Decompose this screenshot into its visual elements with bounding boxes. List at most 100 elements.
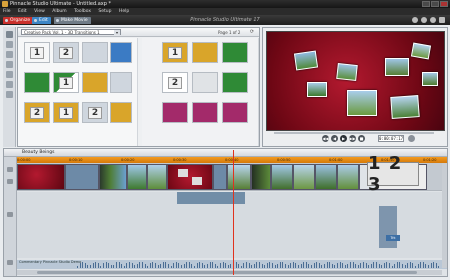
video-clip[interactable] (271, 164, 293, 190)
tab-make-movie[interactable]: Make Movie (54, 17, 91, 24)
help-icon[interactable] (421, 17, 427, 23)
library-panel: Creative Pack Vol. 1 - 3D Transitions 1 … (17, 27, 260, 147)
montage-icon[interactable] (6, 71, 13, 78)
selected-transition[interactable] (177, 192, 245, 204)
transition-thumb[interactable]: 2 (24, 102, 50, 123)
video-clip[interactable] (127, 164, 147, 190)
transitions-icon[interactable] (6, 41, 13, 48)
settings-icon[interactable] (412, 17, 418, 23)
video-clip[interactable] (227, 164, 251, 190)
transition-thumb[interactable] (110, 102, 132, 123)
transition-thumb[interactable] (162, 102, 188, 123)
close-button[interactable] (440, 1, 448, 7)
transition-thumb[interactable]: 2 (82, 102, 108, 123)
waveform-bar (311, 265, 312, 268)
step-back-button[interactable]: ◀ (331, 135, 338, 142)
waveform-bar (394, 263, 396, 268)
sound-icon[interactable] (6, 91, 13, 98)
volume-icon[interactable] (408, 135, 415, 142)
video-clip[interactable] (337, 164, 359, 190)
app-icon (2, 1, 8, 7)
transition-thumb[interactable]: 1 (53, 102, 79, 123)
video-clip[interactable] (99, 164, 127, 190)
transition-thumb[interactable]: 2 (162, 72, 188, 93)
video-clip[interactable] (147, 164, 167, 190)
transition-thumb[interactable] (192, 72, 218, 93)
titles-icon[interactable] (6, 61, 13, 68)
waveform-bar (214, 263, 216, 268)
transition-thumb[interactable] (192, 42, 218, 63)
overlay-clip[interactable] (379, 206, 397, 248)
track-audio-icon[interactable] (7, 212, 13, 217)
menu-help[interactable]: Help (116, 8, 132, 15)
waveform-bar (357, 265, 359, 268)
track-lock-icon[interactable] (7, 167, 13, 172)
waveform-bar (246, 262, 247, 268)
waveform-bar (290, 263, 292, 268)
menu-setup[interactable]: Setup (95, 8, 114, 15)
tab-edit[interactable]: Edit (32, 17, 51, 24)
video-clip[interactable] (65, 164, 99, 190)
transition-thumb[interactable] (82, 72, 108, 93)
maximize-button[interactable] (431, 1, 439, 7)
waveform-bar (370, 263, 372, 268)
title-overlay-123[interactable]: 1 2 3 (367, 153, 419, 195)
waveform-bar (100, 265, 102, 268)
waveform-bar (84, 262, 86, 268)
transition-thumb[interactable] (110, 72, 132, 93)
collection-dropdown[interactable]: Creative Pack Vol. 1 - 3D Transitions 1 … (21, 29, 121, 35)
rewind-button[interactable]: ◀◀ (322, 135, 329, 142)
waveform-bar (282, 262, 284, 268)
video-clip[interactable] (293, 164, 315, 190)
menu-file[interactable]: File (0, 8, 14, 15)
music-icon[interactable] (6, 81, 13, 88)
video-clip[interactable] (167, 164, 213, 190)
video-clip[interactable] (213, 164, 227, 190)
transition-thumb[interactable]: 1 (53, 72, 79, 93)
video-clip[interactable] (251, 164, 271, 190)
track-mute-icon[interactable] (7, 260, 13, 265)
menu-view[interactable]: View (31, 8, 48, 15)
minimize-button[interactable] (422, 1, 430, 7)
step-forward-button[interactable]: ▶▶ (349, 135, 356, 142)
transition-thumb[interactable] (222, 42, 248, 63)
transition-thumb[interactable] (24, 72, 50, 93)
track-visibility-icon[interactable] (7, 179, 13, 184)
transition-thumb[interactable] (110, 42, 132, 63)
overlay-track-area[interactable] (17, 192, 447, 258)
transition-thumb[interactable]: 2 (53, 42, 79, 63)
menu-album[interactable]: Album (49, 8, 69, 15)
preview-panel: ◀◀ ◀ ▶ ▶▶ ■ 0:00:07:17 (262, 27, 448, 147)
transition-thumb[interactable]: 1 (162, 42, 188, 63)
export-icon[interactable] (439, 17, 445, 23)
tab-organize[interactable]: Organize (3, 17, 34, 24)
effects-icon[interactable] (6, 51, 13, 58)
vertical-scrollbar[interactable] (442, 163, 447, 268)
preview-screen[interactable] (266, 31, 445, 131)
horizontal-scrollbar[interactable] (17, 270, 442, 275)
transition-thumb[interactable] (82, 42, 108, 63)
timecode-display[interactable]: 0:00:07:17 (378, 135, 404, 142)
transition-thumb[interactable] (222, 72, 248, 93)
transition-thumb[interactable] (222, 102, 248, 123)
menu-edit[interactable]: Edit (15, 8, 30, 15)
play-button[interactable]: ▶ (340, 135, 347, 142)
video-clip[interactable] (17, 164, 65, 190)
fullscreen-icon[interactable] (430, 17, 436, 23)
transition-thumb[interactable]: 1 (24, 42, 50, 63)
waveform-bar (383, 262, 385, 268)
video-clip[interactable] (315, 164, 337, 190)
playhead[interactable] (233, 150, 234, 275)
waveform-bar (87, 264, 89, 268)
waveform-bar (105, 262, 107, 268)
next-page-icon[interactable]: ⟳ (248, 30, 256, 35)
stop-button[interactable]: ■ (358, 135, 365, 142)
transition-thumb[interactable] (192, 102, 218, 123)
audio-track[interactable]: Commentary Pinnacle Studio Demo (17, 260, 447, 269)
waveform-bar (209, 262, 211, 268)
media-icon[interactable] (6, 31, 13, 38)
waveform-bar (391, 265, 393, 268)
scrollbar-thumb[interactable] (37, 271, 417, 274)
scrub-bar[interactable] (274, 132, 434, 134)
menu-toolbox[interactable]: Toolbox (71, 8, 94, 15)
